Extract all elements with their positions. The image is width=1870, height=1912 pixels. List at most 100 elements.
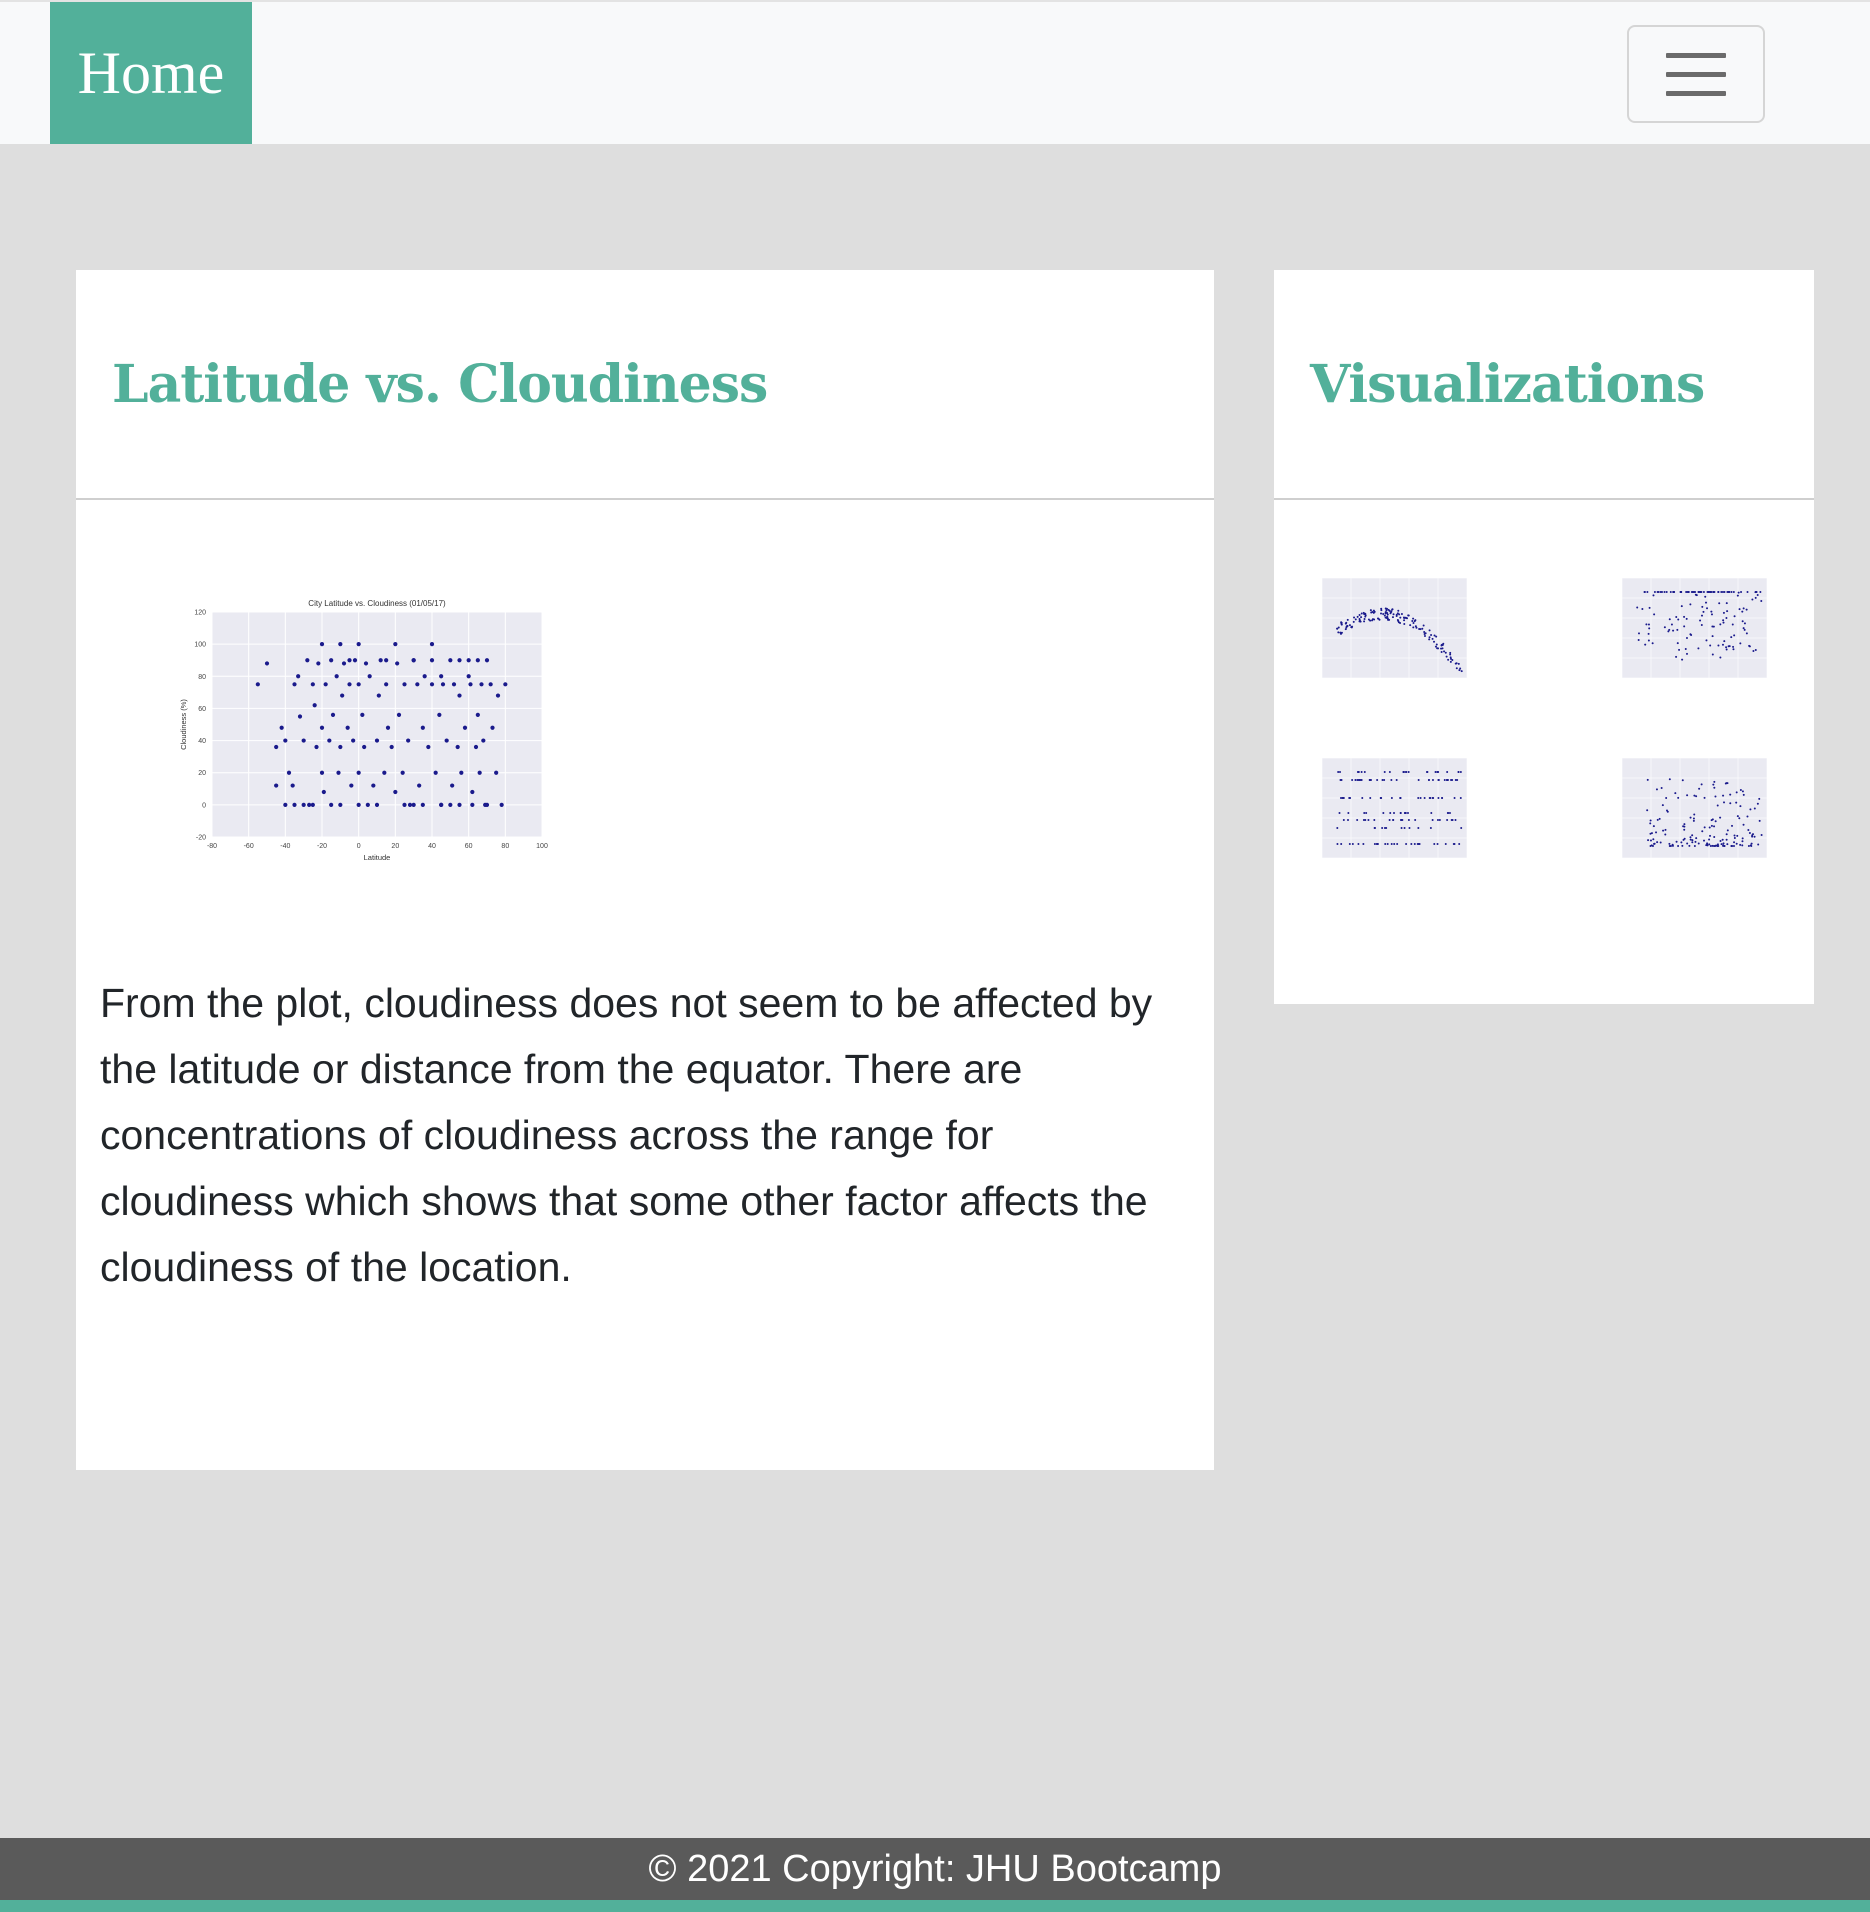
thumb-point [1727,645,1730,648]
thumb-point [1449,653,1452,656]
thumb-point [1693,813,1696,816]
thumb-point [1723,801,1726,804]
thumb-point [1717,644,1720,647]
thumb-point [1652,594,1655,597]
scatter-point [495,693,501,698]
thumb-point [1423,797,1426,799]
thumb-point [1691,839,1694,842]
thumb-point [1719,623,1722,626]
thumb-point [1376,779,1379,781]
navbar-toggle-button[interactable] [1627,25,1765,123]
thumb-point [1722,621,1725,624]
thumb-point [1718,602,1721,605]
scatter-point [376,693,381,698]
scatter-point [422,674,427,679]
scatter-point [457,658,462,663]
thumb-point [1675,840,1678,843]
thumb-point [1683,837,1686,840]
thumb-point [1668,778,1671,781]
scatter-point [314,744,319,750]
thumb-point [1405,771,1408,773]
scatter-point [274,783,279,788]
scatter-point [347,682,352,687]
thumb-point [1745,608,1748,611]
scatter-point [255,682,260,687]
thumb-point [1381,827,1384,829]
thumb-point [1386,613,1389,616]
thumb-point [1348,624,1351,627]
scatter-point [312,703,317,708]
thumb-point [1741,840,1744,843]
thumb-point [1689,603,1692,606]
thumb-point [1399,812,1402,814]
thumb-point [1753,835,1756,838]
thumb-point [1739,788,1742,791]
thumb-point [1656,841,1659,844]
thumb-point [1400,819,1403,821]
scatter-point [374,802,380,807]
thumb-cloudiness[interactable] [1304,750,1484,870]
x-tick-label: 40 [428,843,436,850]
thumb-point [1730,636,1733,639]
thumb-point [1411,620,1414,623]
thumb-point [1673,591,1676,593]
thumb-point [1735,842,1738,845]
thumb-point [1396,612,1399,615]
thumb-point [1675,615,1678,618]
thumb-point [1644,643,1647,646]
thumb-point [1700,614,1703,617]
thumb-point [1732,648,1735,651]
thumb-point [1751,598,1754,601]
thumb-point [1441,647,1444,650]
thumb-point [1705,639,1708,642]
thumb-point [1726,829,1729,832]
thumb-point [1443,779,1446,781]
thumb-plot-area [1322,578,1467,678]
thumb-point [1686,842,1689,845]
scatter-point [323,682,328,687]
thumb-point [1675,655,1678,658]
thumb-point [1689,836,1692,839]
thumb-point [1460,670,1463,673]
thumb-point [1383,771,1386,773]
thumb-point [1730,844,1733,847]
thumb-point [1396,843,1399,845]
thumb-point [1757,843,1760,846]
thumb-point [1351,779,1354,781]
thumb-point [1658,817,1661,820]
thumb-point [1697,842,1700,845]
thumb-point [1345,621,1348,624]
scatter-point [448,802,453,807]
home-link[interactable]: Home [50,2,252,144]
thumb-point [1726,782,1729,785]
thumb-max-temperature[interactable] [1304,570,1484,690]
thumb-point [1357,843,1360,845]
thumb-point [1440,643,1443,646]
thumb-point [1362,843,1365,845]
thumb-wind-speed[interactable] [1604,750,1784,870]
scatter-point [345,725,350,730]
thumb-point [1655,831,1658,834]
thumb-point [1719,816,1722,819]
thumb-point [1395,614,1398,617]
thumb-point [1436,819,1439,821]
scatter-point [484,658,490,663]
thumb-point [1435,643,1438,646]
scatter-point [415,682,420,687]
thumb-point [1435,635,1438,638]
thumb-point [1421,627,1424,630]
thumb-point [1376,843,1379,845]
scatter-point [433,770,438,775]
thumb-point [1647,623,1650,626]
thumb-point [1733,634,1736,637]
thumb-point [1655,788,1658,791]
thumb-point [1716,843,1719,846]
thumb-point [1336,827,1339,829]
thumb-point [1689,838,1692,841]
thumb-point [1399,616,1402,619]
thumb-point [1430,812,1433,814]
thumb-point [1711,635,1714,638]
scatter-point [393,789,398,795]
thumb-point [1423,635,1426,638]
thumb-humidity[interactable] [1604,570,1784,690]
